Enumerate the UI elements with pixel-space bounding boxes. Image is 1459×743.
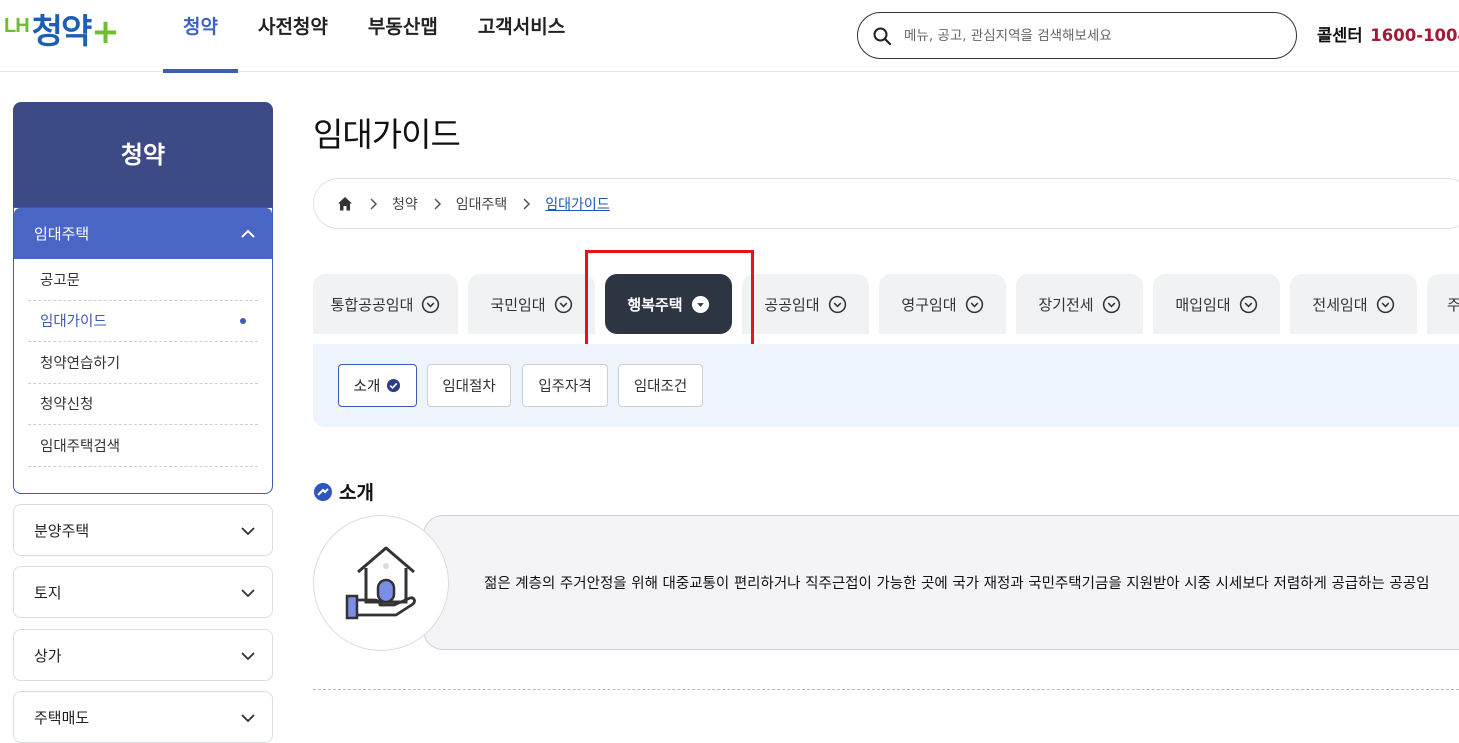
sidebar-group-house-sale[interactable]: 주택매도: [13, 691, 273, 743]
section-title: 소개: [313, 478, 374, 505]
chevron-down-icon: [241, 527, 255, 536]
active-dot: [240, 317, 246, 324]
header: LH 청약 + 청약 사전청약 부동산맵 고객서비스 콜센터 1600-1004: [0, 0, 1459, 73]
breadcrumb-item[interactable]: 청약: [392, 194, 418, 214]
search-bar: [857, 12, 1297, 59]
circle-chevron-down-icon: [422, 295, 440, 313]
nav-item-realestate-map[interactable]: 부동산맵: [348, 0, 458, 72]
logo-plus: +: [91, 12, 120, 52]
tab-happy-housing[interactable]: 행복주택: [605, 274, 732, 334]
sidebar-group-sale-housing[interactable]: 분양주택: [13, 504, 273, 556]
sidebar-item-rental-search[interactable]: 임대주택검색: [28, 425, 258, 467]
breadcrumb-current[interactable]: 임대가이드: [545, 194, 609, 214]
sidebar-group-shop[interactable]: 상가: [13, 629, 273, 681]
subtab-eligibility[interactable]: 입주자격: [522, 364, 608, 407]
callcenter: 콜센터 1600-1004: [1317, 22, 1459, 46]
chevron-up-icon: [241, 229, 255, 238]
sidebar-group-header[interactable]: 임대주택: [14, 208, 272, 259]
page-title: 임대가이드: [313, 115, 461, 154]
subtab-intro[interactable]: 소개: [338, 364, 417, 407]
breadcrumb-item[interactable]: 임대주택: [456, 194, 508, 214]
circle-chevron-down-icon: [691, 295, 709, 313]
circle-chevron-down-icon: [554, 295, 572, 313]
circle-chevron-down-icon: [965, 295, 983, 313]
callcenter-number[interactable]: 1600-1004: [1370, 26, 1459, 45]
circle-chevron-down-icon: [1102, 295, 1120, 313]
circle-chevron-down-icon: [1239, 295, 1257, 313]
tab-long-term-jeonse[interactable]: 장기전세: [1016, 274, 1143, 334]
chevron-right-icon: [370, 197, 378, 210]
check-circle-icon: [387, 378, 401, 393]
intro-text: 젊은 계층의 주거안정을 위해 대중교통이 편리하거나 직주근접이 가능한 곳에…: [484, 576, 1430, 592]
sidebar-item-announcement[interactable]: 공고문: [28, 259, 258, 301]
chevron-down-icon: [241, 652, 255, 661]
nav-item-pre-subscription[interactable]: 사전청약: [238, 0, 348, 72]
chevron-right-icon: [434, 197, 441, 210]
chevron-right-icon: [523, 197, 531, 210]
main-nav: 청약 사전청약 부동산맵 고객서비스: [163, 0, 585, 73]
search-icon[interactable]: [872, 26, 892, 46]
sidebar-group-rental-housing: 임대주택 공고문 임대가이드 청약연습하기 청약신청 임대주택검색: [13, 207, 273, 494]
tab-integrated-public-rental[interactable]: 통합공공임대: [313, 274, 458, 334]
section-bullet-icon: [314, 482, 332, 501]
sidebar-item-apply[interactable]: 청약신청: [28, 384, 258, 425]
sidebar-group-label: 임대주택: [34, 225, 90, 243]
sidebar-group-land[interactable]: 토지: [13, 566, 273, 618]
chevron-down-icon: [241, 589, 255, 598]
lh-logo[interactable]: LH 청약 +: [4, 2, 120, 52]
tab-overflow[interactable]: 주: [1427, 274, 1459, 334]
chevron-down-icon: [241, 714, 255, 723]
callcenter-label: 콜센터: [1317, 26, 1363, 45]
logo-name: 청약: [31, 12, 93, 52]
sidebar-title: 청약: [13, 102, 273, 208]
tab-national-rental[interactable]: 국민임대: [468, 274, 595, 334]
tab-public-rental[interactable]: 공공임대: [742, 274, 869, 334]
tab-purchase-rental[interactable]: 매입임대: [1153, 274, 1280, 334]
sidebar-item-practice[interactable]: 청약연습하기: [28, 342, 258, 384]
nav-item-cheongyak[interactable]: 청약: [163, 0, 238, 73]
search-input[interactable]: [902, 23, 1282, 49]
tab-jeonse-rental[interactable]: 전세임대: [1290, 274, 1417, 334]
circle-chevron-down-icon: [1376, 295, 1394, 313]
house-in-hand-icon: [313, 515, 449, 651]
subtab-conditions[interactable]: 임대조건: [618, 364, 703, 407]
tab-permanent-rental[interactable]: 영구임대: [879, 274, 1006, 334]
sidebar-submenu: 공고문 임대가이드 청약연습하기 청약신청 임대주택검색: [14, 259, 272, 467]
nav-item-customer-service[interactable]: 고객서비스: [458, 0, 585, 72]
divider: [313, 689, 1459, 690]
sidebar-item-rental-guide[interactable]: 임대가이드: [28, 301, 258, 342]
breadcrumb: 청약 임대주택 임대가이드: [313, 178, 1459, 229]
circle-chevron-down-icon: [828, 295, 846, 313]
home-icon[interactable]: [336, 195, 354, 213]
logo-prefix: LH: [4, 15, 30, 37]
subtab-bar: 소개 임대절차 입주자격 임대조건: [313, 344, 1459, 427]
subtab-procedure[interactable]: 임대절차: [427, 364, 511, 407]
